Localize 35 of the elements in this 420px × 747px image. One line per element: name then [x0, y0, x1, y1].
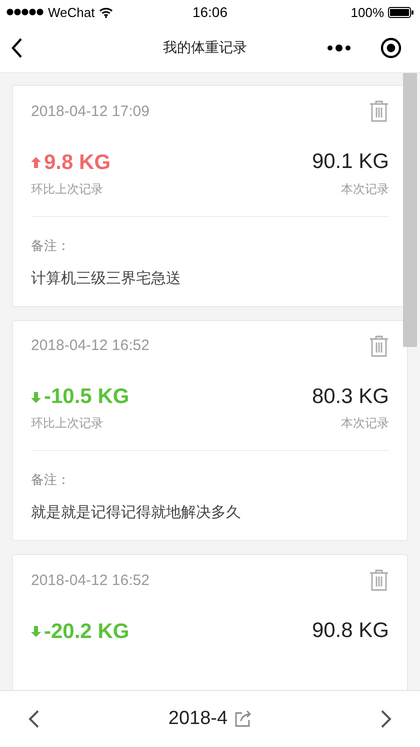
note-text: 计算机三级三界宅急送	[31, 268, 182, 288]
clock-time: 16:06	[192, 4, 228, 20]
record-time: 2018-04-12 16:52	[31, 337, 150, 354]
current-weight: 80.3 KG	[312, 384, 389, 408]
note-label: 备注：	[31, 471, 71, 489]
down-arrow-icon	[31, 626, 41, 637]
record-time: 2018-04-12 16:52	[31, 572, 150, 588]
note-label: 备注：	[31, 236, 71, 254]
battery-percent: 100%	[350, 4, 384, 20]
weight-change: -10.5 KG	[31, 385, 130, 409]
current-weight: 90.1 KG	[312, 150, 389, 174]
previous-month-button[interactable]	[28, 709, 40, 729]
record-time: 2018-04-12 17:09	[31, 102, 150, 120]
up-arrow-icon	[31, 157, 41, 168]
weight-change: -20.2 KG	[31, 620, 130, 644]
signal-icon	[6, 8, 44, 16]
note-text: 就是就是记得记得就地解决多久	[31, 503, 242, 523]
close-button[interactable]	[380, 37, 402, 59]
page-title: 我的体重记录	[162, 39, 248, 57]
change-label: 环比上次记录	[31, 415, 103, 432]
carrier-name: WeChat	[48, 4, 95, 20]
change-label: 环比上次记录	[31, 180, 103, 198]
down-arrow-icon	[31, 392, 41, 402]
more-button[interactable]	[326, 43, 352, 53]
current-weight: 90.8 KG	[312, 619, 389, 643]
scrollbar[interactable]	[403, 73, 417, 347]
current-label: 本次记录	[341, 180, 389, 198]
wifi-icon	[98, 6, 113, 18]
month-selector[interactable]: 2018-4	[168, 708, 252, 730]
weight-change: 9.8 KG	[31, 150, 111, 174]
next-month-button[interactable]	[380, 709, 392, 729]
battery-icon	[388, 6, 414, 18]
back-button[interactable]	[10, 37, 24, 59]
share-icon	[234, 710, 252, 728]
current-label: 本次记录	[341, 415, 389, 432]
